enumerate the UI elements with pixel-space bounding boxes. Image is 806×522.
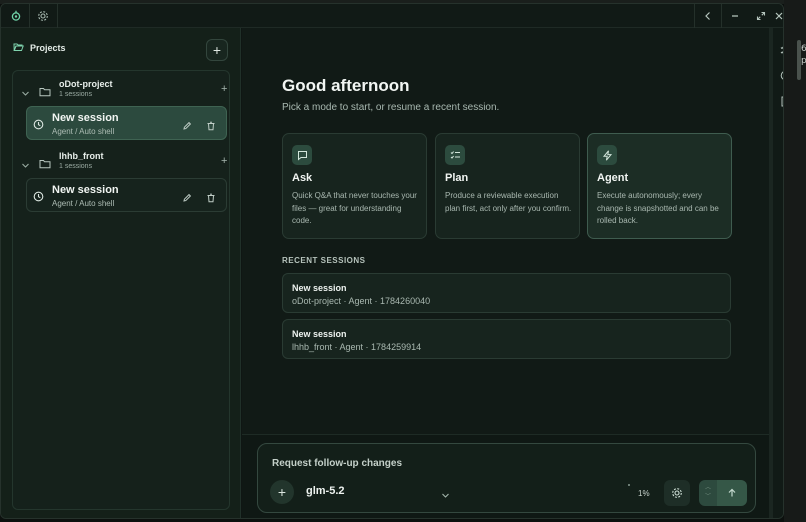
session-meta: Agent / Auto shell (52, 199, 115, 208)
composer[interactable]: Request follow-up changes + glm-5.2 1% ︿… (257, 443, 756, 513)
lightning-icon (597, 145, 617, 165)
page-subtitle: Pick a mode to start, or resume a recent… (282, 102, 500, 113)
context-usage: 1% (638, 489, 650, 498)
app-window: Projects + oDot-project 1 sessions + New… (0, 3, 784, 519)
mode-title: Ask (292, 172, 313, 184)
clock-icon (33, 189, 44, 207)
title-separator (57, 4, 58, 28)
title-bar (1, 4, 783, 28)
chevron-down-icon[interactable] (21, 157, 30, 175)
usage-dot (628, 484, 630, 486)
add-session-button[interactable]: + (221, 155, 227, 167)
gear-icon[interactable] (34, 7, 52, 25)
project-name: lhhb_front (59, 151, 104, 161)
add-project-button[interactable]: + (206, 39, 228, 61)
pencil-icon[interactable] (182, 190, 192, 208)
checklist-icon (445, 145, 465, 165)
folder-icon (39, 84, 51, 102)
project-name: oDot-project (59, 79, 113, 89)
trash-icon[interactable] (206, 190, 216, 208)
recent-session-title: New session (292, 329, 347, 339)
composer-input[interactable]: Request follow-up changes (272, 458, 402, 469)
add-session-button[interactable]: + (221, 83, 227, 95)
chat-bubble-icon (292, 145, 312, 165)
recent-session-item[interactable]: New session oDot-project · Agent · 17842… (282, 273, 731, 313)
chevron-down-icon[interactable] (21, 85, 30, 103)
desktop-fragment: p (801, 56, 806, 66)
back-icon[interactable] (695, 4, 721, 28)
mode-description: Execute autonomously; every change is sn… (597, 191, 719, 225)
mode-title: Agent (597, 172, 629, 184)
session-item[interactable]: New session Agent / Auto shell (26, 178, 227, 212)
composer-area: Request follow-up changes + glm-5.2 1% ︿… (242, 434, 769, 518)
mode-card-ask[interactable]: Ask Quick Q&A that never touches your fi… (282, 133, 427, 239)
pencil-icon[interactable] (182, 118, 192, 136)
gear-icon[interactable] (664, 480, 690, 506)
app-logo-icon (7, 7, 25, 25)
desktop-fragment: 6 (801, 44, 806, 54)
recent-sessions-heading: RECENT SESSIONS (282, 256, 366, 265)
main-panel: Good afternoon Pick a mode to start, or … (242, 28, 769, 518)
project-list: oDot-project 1 sessions + New session Ag… (12, 70, 230, 510)
stepper-down[interactable]: ﹀ (705, 493, 711, 502)
page-title: Good afternoon (282, 76, 410, 95)
stepper-up[interactable]: ︿ (705, 484, 711, 493)
desktop-scrollbar[interactable] (797, 40, 801, 80)
title-separator (29, 4, 30, 28)
mode-card-agent[interactable]: Agent Execute autonomously; every change… (587, 133, 732, 239)
chevron-down-icon[interactable] (441, 487, 450, 505)
project-row[interactable]: oDot-project 1 sessions + (21, 79, 227, 103)
folder-open-icon (13, 42, 24, 54)
mode-card-plan[interactable]: Plan Produce a reviewable execution plan… (435, 133, 580, 239)
project-session-count: 1 sessions (59, 91, 93, 98)
recent-session-meta: oDot-project · Agent · 1784260040 (292, 296, 431, 306)
sidebar-title: Projects (30, 43, 66, 53)
mode-description: Quick Q&A that never touches your files … (292, 191, 417, 225)
model-select[interactable]: glm-5.2 (306, 485, 345, 497)
mode-description: Produce a reviewable execution plan firs… (445, 191, 572, 213)
session-name: New session (52, 184, 119, 196)
file-export-icon[interactable] (777, 93, 783, 109)
recent-session-title: New session (292, 283, 347, 293)
close-icon[interactable] (774, 4, 783, 28)
mode-title: Plan (445, 172, 469, 184)
session-item[interactable]: New session Agent / Auto shell (26, 106, 227, 140)
session-name: New session (52, 112, 119, 124)
stepper[interactable]: ︿ ﹀ (699, 480, 717, 506)
send-button[interactable] (717, 480, 747, 506)
project-session-count: 1 sessions (59, 163, 93, 170)
project-row[interactable]: lhhb_front 1 sessions + (21, 151, 227, 175)
desktop-right-strip: 6 p (784, 0, 806, 522)
history-icon[interactable] (777, 67, 783, 83)
minimize-icon[interactable] (722, 4, 748, 28)
sidebar-header: Projects (13, 42, 66, 54)
folder-icon (39, 156, 51, 174)
recent-session-item[interactable]: New session lhhb_front · Agent · 1784259… (282, 319, 731, 359)
clock-icon (33, 117, 44, 135)
checklist-icon[interactable] (777, 42, 783, 58)
sidebar: Projects + oDot-project 1 sessions + New… (1, 28, 241, 518)
trash-icon[interactable] (206, 118, 216, 136)
session-meta: Agent / Auto shell (52, 127, 115, 136)
attach-button[interactable]: + (270, 480, 294, 504)
maximize-icon[interactable] (748, 4, 774, 28)
recent-session-meta: lhhb_front · Agent · 1784259914 (292, 342, 422, 352)
